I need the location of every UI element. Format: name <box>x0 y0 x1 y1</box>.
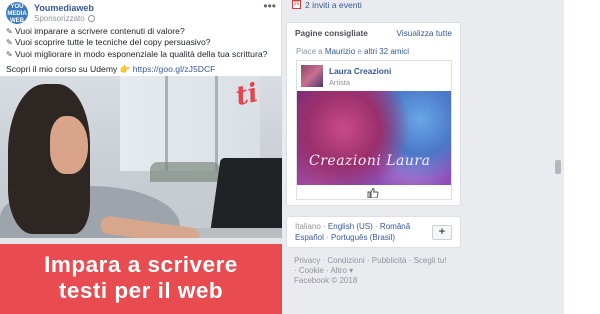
scrollbar[interactable] <box>552 0 564 314</box>
add-language-button[interactable]: + <box>432 225 452 240</box>
recommended-page-name[interactable]: Laura Creazioni <box>329 66 391 76</box>
sponsored-text: Sponsorizzato <box>34 14 85 23</box>
event-invites[interactable]: 26 2 inviti a eventi <box>290 0 460 14</box>
footer-links: Privacy · Condizioni · Pubblicità · Sceg… <box>294 256 464 286</box>
pencil-icon: ✎ <box>6 49 13 59</box>
page-avatar[interactable]: YOU MEDIA WEB <box>6 2 28 24</box>
sponsored-label[interactable]: Sponsorizzato <box>34 14 95 23</box>
invites-link[interactable]: 2 inviti a eventi <box>305 0 362 10</box>
language-option[interactable]: Português (Brasil) <box>331 233 395 242</box>
background-plant <box>150 162 220 182</box>
page-thumbnail[interactable] <box>301 65 323 87</box>
like-page-button[interactable] <box>367 188 379 198</box>
woman-face <box>50 116 88 174</box>
post-line-text: Vuoi migliorare in modo esponenziale la … <box>15 48 268 59</box>
other-friends-link[interactable]: altri 32 amici <box>364 47 409 56</box>
pencil-icon: ✎ <box>6 27 13 36</box>
right-panel-edge <box>564 0 600 314</box>
cover-text: Creazioni Laura <box>309 153 431 169</box>
ad-banner: Impara a scrivere testi per il web <box>0 244 282 314</box>
post-line: ✎ Vuoi migliorare in modo esponenziale la… <box>6 49 278 60</box>
scrollbar-thumb[interactable] <box>555 160 561 174</box>
laptop-screen <box>209 158 282 238</box>
globe-icon <box>87 15 95 22</box>
language-option[interactable]: Română <box>380 222 410 231</box>
banner-line: testi per il web <box>58 278 224 303</box>
footer-line[interactable]: · Cookie · Altro ▾ <box>294 266 464 276</box>
language-card: Italiano · English (US) · Română Español… <box>286 216 461 248</box>
banner-line: Impara a scrivere <box>44 252 238 277</box>
post-header: YOU MEDIA WEB Youmediaweb Sponsorizzato … <box>6 0 276 24</box>
pencil-icon: ✎ <box>6 38 13 48</box>
suggested-pages-title: Pagine consigliate <box>295 28 368 38</box>
course-link[interactable]: https://goo.gl/zJ5DCF <box>133 64 216 74</box>
friend-link[interactable]: Maurizio <box>325 47 355 56</box>
post-line-text: Vuoi imparare a scrivere contenuti di va… <box>15 26 185 36</box>
recommended-page-category: Artista <box>329 78 350 87</box>
likes-prefix: Piace a <box>296 47 323 56</box>
separator: · <box>372 222 380 231</box>
post-line: ✎ Vuoi imparare a scrivere contenuti di v… <box>6 26 278 37</box>
likes-conj: e <box>357 47 362 56</box>
recommended-page: Laura Creazioni Artista Creazioni Laura <box>296 60 452 200</box>
separator: · <box>323 233 332 242</box>
separator: · <box>320 222 328 231</box>
calendar-icon: 26 <box>292 0 301 9</box>
page-cover-image[interactable]: Creazioni Laura <box>297 91 451 185</box>
language-list: Italiano · English (US) · Română Español… <box>295 221 435 243</box>
see-all-link[interactable]: Visualizza tutte <box>396 28 452 38</box>
sponsored-post: YOU MEDIA WEB Youmediaweb Sponsorizzato … <box>0 0 282 314</box>
friends-like-line: Piace a Maurizio e altri 32 amici <box>296 47 409 56</box>
ad-image[interactable]: ti Impara a scrivere testi per il web <box>0 76 282 314</box>
page-name-link[interactable]: Youmediaweb <box>34 3 94 13</box>
thumbs-up-icon <box>367 188 379 198</box>
language-option[interactable]: Español <box>295 233 324 242</box>
cta-text: Scopri il mio corso su Udemy <box>6 64 118 75</box>
suggested-pages-card: Pagine consigliate Visualizza tutte Piac… <box>286 22 461 206</box>
footer-line[interactable]: Privacy · Condizioni · Pubblicità · Sceg… <box>294 256 464 266</box>
copyright: Facebook © 2018 <box>294 276 358 285</box>
pointing-hand-icon: 👉 <box>119 64 131 75</box>
current-language: Italiano <box>295 222 321 231</box>
post-line-text: Vuoi scoprire tutte le tecniche del copy… <box>15 37 211 48</box>
post-options-button[interactable]: ••• <box>263 0 276 13</box>
post-text: ✎ Vuoi imparare a scrivere contenuti di v… <box>6 26 278 75</box>
post-cta: Scopri il mio corso su Udemy 👉 https://g… <box>6 64 278 74</box>
language-option[interactable]: English (US) <box>328 222 373 231</box>
post-line: ✎ Vuoi scoprire tutte le tecniche del cop… <box>6 37 278 48</box>
